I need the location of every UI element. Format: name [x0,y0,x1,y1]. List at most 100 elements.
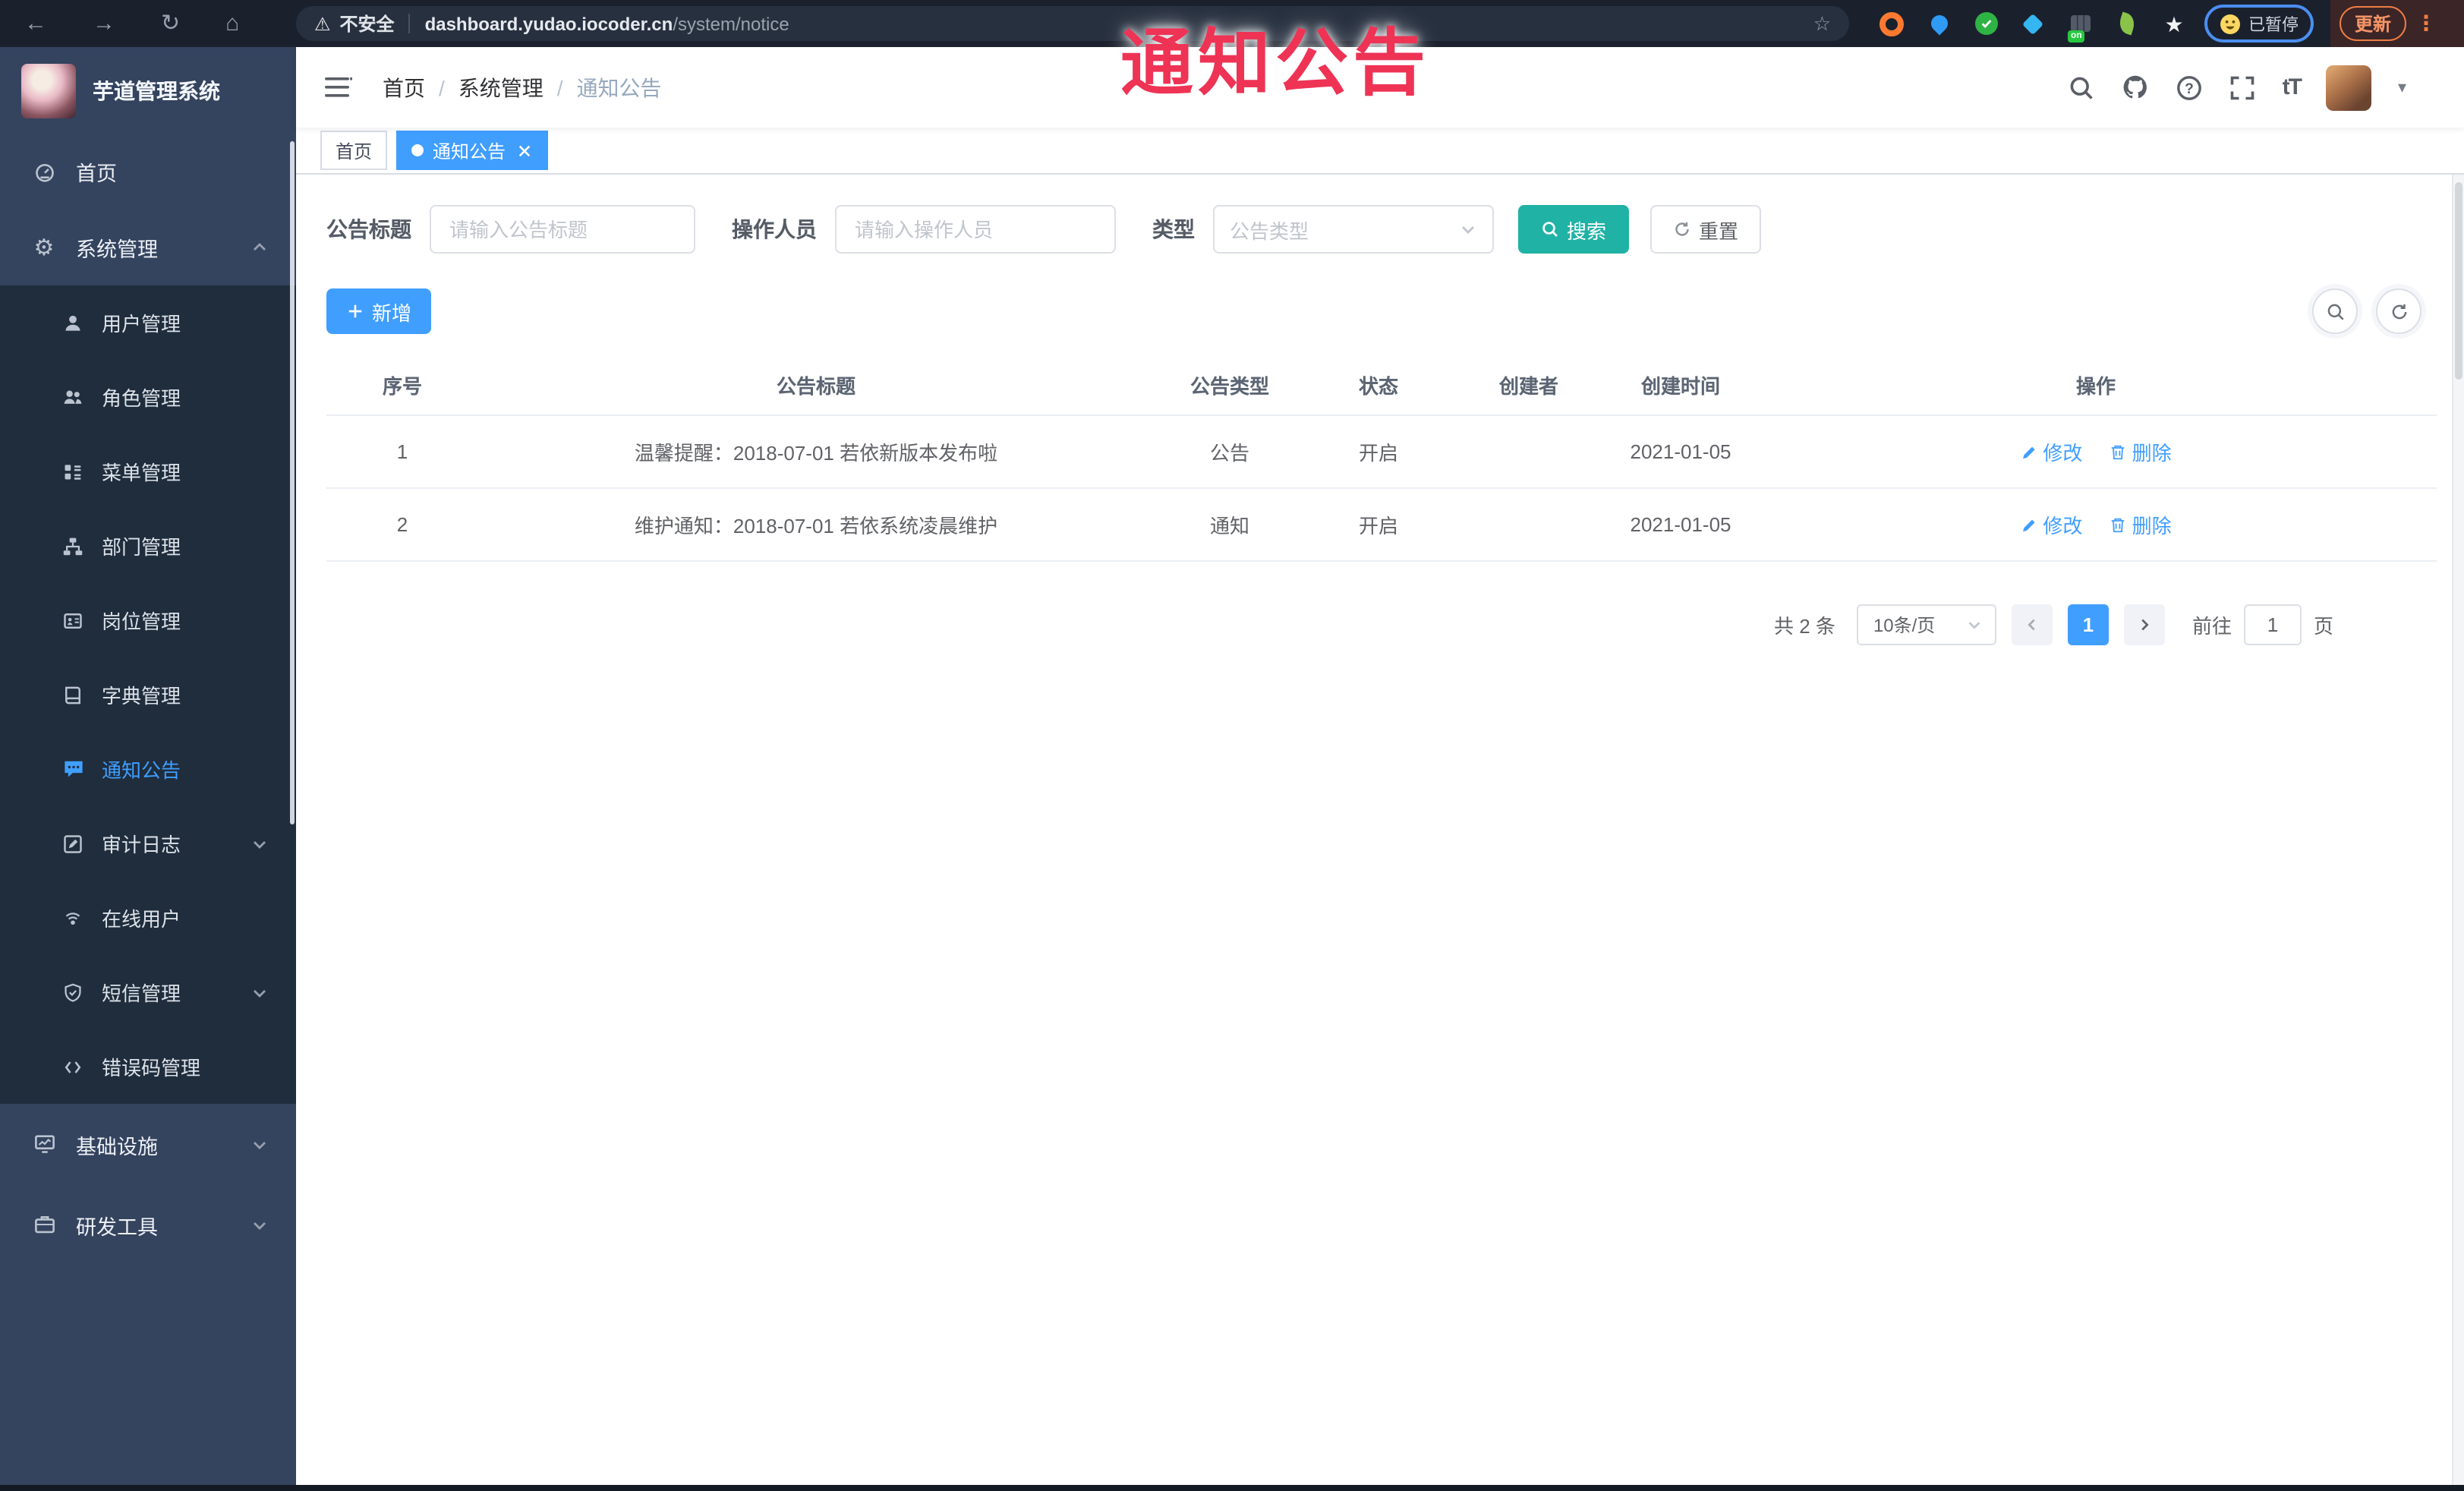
caret-down-icon[interactable]: ▾ [2398,77,2406,97]
breadcrumb-home[interactable]: 首页 [383,72,425,102]
font-size-icon[interactable]: tT [2283,74,2302,100]
search-icon[interactable] [2069,74,2096,101]
add-button[interactable]: 新增 [326,288,432,334]
pagination-goto: 前往 页 [2192,604,2333,645]
sidebar-item-dict-mgmt[interactable]: 字典管理 [0,657,296,732]
cell-status: 开启 [1306,415,1451,489]
code-icon [61,1054,85,1079]
avatar[interactable] [2326,65,2372,110]
delete-label: 删除 [2132,515,2172,537]
hamburger-icon[interactable] [319,70,358,105]
cell-type: 公告 [1154,415,1306,489]
edit-link[interactable]: 修改 [2020,510,2082,539]
sidebar-item-label: 基础设施 [76,1135,158,1158]
profile-paused-badge[interactable]: 已暂停 [2204,5,2314,43]
scrollbar-thumb[interactable] [2455,182,2462,380]
sidebar-item-label: 错误码管理 [102,1057,201,1080]
browser-update-zone: 更新 ⋮ [2330,0,2464,47]
tab-home[interactable]: 首页 [320,131,388,170]
forward-icon[interactable]: → [93,12,115,35]
sidebar-item-online-users[interactable]: 在线用户 [0,881,296,955]
extension-pin-icon[interactable] [1927,11,1951,36]
chevron-left-icon [2028,619,2035,631]
goto-page-input[interactable] [2243,604,2302,645]
edit-link[interactable]: 修改 [2020,437,2082,466]
page-size-value: 10条/页 [1873,615,1936,636]
home-icon[interactable]: ⌂ [225,12,239,35]
breadcrumb: 首页 / 系统管理 / 通知公告 [383,72,662,102]
sidebar-item-home[interactable]: 首页 [0,134,296,210]
delete-label: 删除 [2132,442,2172,465]
extension-green-icon[interactable] [1974,11,1998,36]
sidebar-item-post-mgmt[interactable]: 岗位管理 [0,583,296,657]
pencil-icon [2022,519,2034,531]
sidebar-item-system[interactable]: ⚙ 系统管理 [0,210,296,285]
user-icon [61,310,85,335]
sidebar-item-sms-mgmt[interactable]: 短信管理 [0,955,296,1029]
sidebar-logo[interactable]: 芋道管理系统 [0,47,296,134]
bookmark-icon[interactable]: ☆ [1813,11,1831,36]
cell-title: 维护通知：2018-07-01 若依系统凌晨维护 [478,488,1154,562]
delete-link[interactable]: 删除 [2110,510,2172,539]
back-icon[interactable]: ← [24,12,47,35]
extension-columns-icon[interactable]: on [2068,11,2092,42]
sidebar-item-dev-tools[interactable]: 研发工具 [0,1184,296,1265]
next-page-button[interactable] [2123,604,2165,645]
cell-creator [1451,415,1606,489]
sidebar-item-audit-log[interactable]: 审计日志 [0,806,296,881]
col-title: 公告标题 [478,354,1154,416]
github-icon[interactable] [2122,73,2150,102]
sidebar-item-error-code[interactable]: 错误码管理 [0,1029,296,1104]
reset-button[interactable]: 重置 [1650,205,1762,254]
browser-menu-icon[interactable]: ⋮ [2415,11,2437,36]
delete-link[interactable]: 删除 [2110,437,2172,466]
infrastructure-icon [32,1132,56,1156]
filter-title-label: 公告标题 [326,217,411,241]
help-icon[interactable]: ? [2176,74,2204,101]
menu-list-icon [61,459,85,484]
breadcrumb-system[interactable]: 系统管理 [458,72,544,102]
sidebar-item-label: 首页 [76,162,117,185]
tab-notice[interactable]: 通知公告 [396,131,549,170]
refresh-button[interactable] [2376,288,2421,334]
sidebar-item-role-mgmt[interactable]: 角色管理 [0,360,296,434]
sidebar-item-infrastructure[interactable]: 基础设施 [0,1104,296,1184]
trash-icon [2112,517,2125,532]
prev-page-button[interactable] [2011,604,2053,645]
fullscreen-icon[interactable] [2229,74,2257,101]
search-button[interactable]: 搜索 [1518,205,1630,254]
extension-ring-icon[interactable] [1880,11,1904,36]
add-button-label: 新增 [372,301,412,324]
notice-type-select[interactable]: 公告类型 [1213,205,1494,254]
select-placeholder: 公告类型 [1230,219,1309,242]
extension-star-icon[interactable]: ★ [2162,11,2186,36]
sidebar-item-user-mgmt[interactable]: 用户管理 [0,285,296,360]
operator-input[interactable] [835,205,1116,254]
page-scrollbar[interactable] [2452,175,2464,1485]
sidebar-item-menu-mgmt[interactable]: 菜单管理 [0,434,296,509]
page-content: 公告标题 操作人员 类型 公告类型 搜索 [296,175,2464,1491]
toggle-search-button[interactable] [2312,288,2358,334]
address-bar[interactable]: ⚠ 不安全 dashboard.yudao.iocoder.cn /system… [296,6,1849,41]
close-icon[interactable] [515,141,533,159]
trash-icon [2112,444,2125,459]
extension-gem-icon[interactable] [2021,11,2045,36]
top-navbar: 首页 / 系统管理 / 通知公告 ? tT ▾ [296,47,2464,128]
update-button[interactable]: 更新 [2340,6,2407,41]
sidebar-item-label: 岗位管理 [102,610,181,633]
sidebar-item-dept-mgmt[interactable]: 部门管理 [0,509,296,583]
sidebar-item-label: 通知公告 [102,759,181,782]
reload-icon[interactable]: ↻ [161,12,180,35]
announcement-icon [61,757,85,781]
sidebar-scrollbar[interactable] [290,141,295,824]
briefcase-icon [32,1212,56,1237]
filter-operator-label: 操作人员 [732,217,817,241]
sidebar-item-notice[interactable]: 通知公告 [0,732,296,806]
breadcrumb-separator: / [439,75,445,99]
browser-nav: ← → ↻ ⌂ [0,12,239,35]
page-size-select[interactable]: 10条/页 [1856,604,1996,645]
page-number-button[interactable]: 1 [2067,604,2109,645]
extension-leaf-icon[interactable] [2115,11,2139,36]
notice-title-input[interactable] [430,205,695,254]
cell-index: 2 [326,488,478,562]
